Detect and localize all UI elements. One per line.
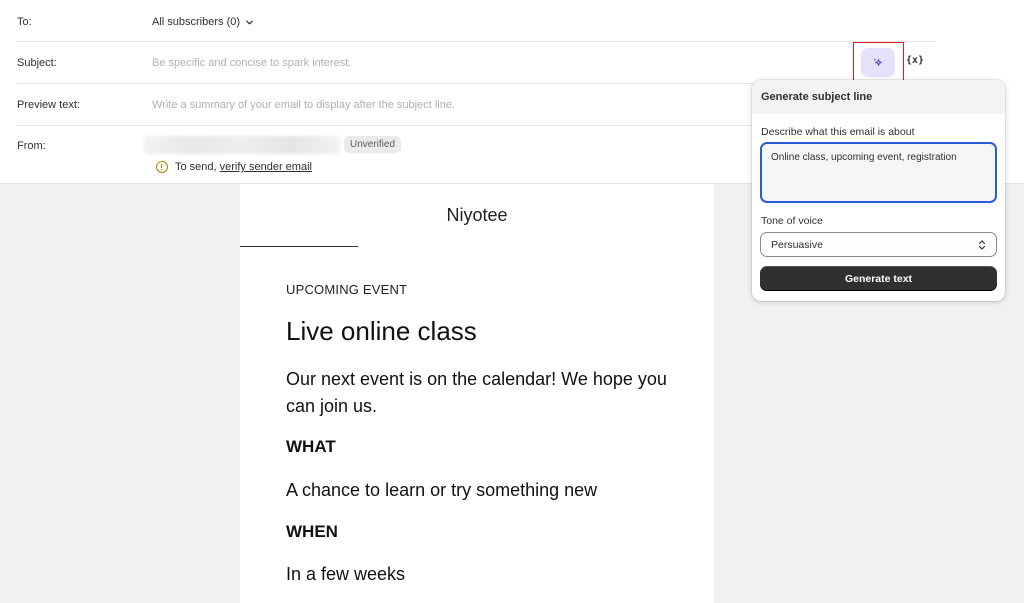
subject-input[interactable]: Be specific and concise to spark interes… <box>152 57 351 69</box>
popover-title: Generate subject line <box>752 80 1005 114</box>
verify-warning-prefix: To send, <box>175 161 220 173</box>
generate-text-button[interactable]: Generate text <box>760 266 997 291</box>
preview-text-label: Preview text: <box>17 99 80 111</box>
insert-variable-icon[interactable]: {x} <box>906 55 924 66</box>
preview-text-input[interactable]: Write a summary of your email to display… <box>152 99 455 111</box>
describe-label: Describe what this email is about <box>761 126 915 138</box>
tone-of-voice-select[interactable]: Persuasive <box>760 232 997 257</box>
recipients-dropdown[interactable]: All subscribers (0) <box>152 16 254 28</box>
subject-row: Subject: Be specific and concise to spar… <box>0 42 936 84</box>
to-label: To: <box>17 16 32 28</box>
tone-value: Persuasive <box>771 238 823 251</box>
sender-address-redacted[interactable] <box>144 136 340 154</box>
to-row: To: All subscribers (0) <box>0 0 936 42</box>
when-heading: WHEN <box>286 522 338 541</box>
verify-warning-text: To send, verify sender email <box>175 161 312 173</box>
sparkle-icon <box>873 58 883 66</box>
email-preview: Niyotee UPCOMING EVENT Live online class… <box>240 184 714 603</box>
verify-warning: To send, verify sender email <box>156 161 312 173</box>
when-text: In a few weeks <box>286 564 406 584</box>
email-headline: Live online class <box>286 316 477 346</box>
brand-name: Niyotee <box>446 205 508 225</box>
email-lead: Our next event is on the calendar! We ho… <box>286 369 667 416</box>
what-heading: WHAT <box>286 437 336 456</box>
subject-label: Subject: <box>17 57 57 69</box>
select-updown-icon <box>978 239 986 250</box>
ai-button-highlight <box>853 42 904 83</box>
brand-divider <box>240 246 358 247</box>
email-eyebrow: UPCOMING EVENT <box>286 282 408 297</box>
from-label: From: <box>17 140 46 152</box>
warning-icon <box>156 161 168 173</box>
verify-sender-email-link[interactable]: verify sender email <box>220 161 312 173</box>
ai-generate-button[interactable] <box>861 48 895 77</box>
describe-email-textarea[interactable]: Online class, upcoming event, registrati… <box>760 142 997 203</box>
unverified-badge: Unverified <box>344 136 402 153</box>
tone-label: Tone of voice <box>761 215 823 227</box>
what-text: A chance to learn or try something new <box>286 480 598 500</box>
generate-subject-popover: Generate subject line Describe what this… <box>752 80 1005 301</box>
chevron-down-icon <box>246 20 253 24</box>
recipients-value: All subscribers (0) <box>152 16 241 28</box>
